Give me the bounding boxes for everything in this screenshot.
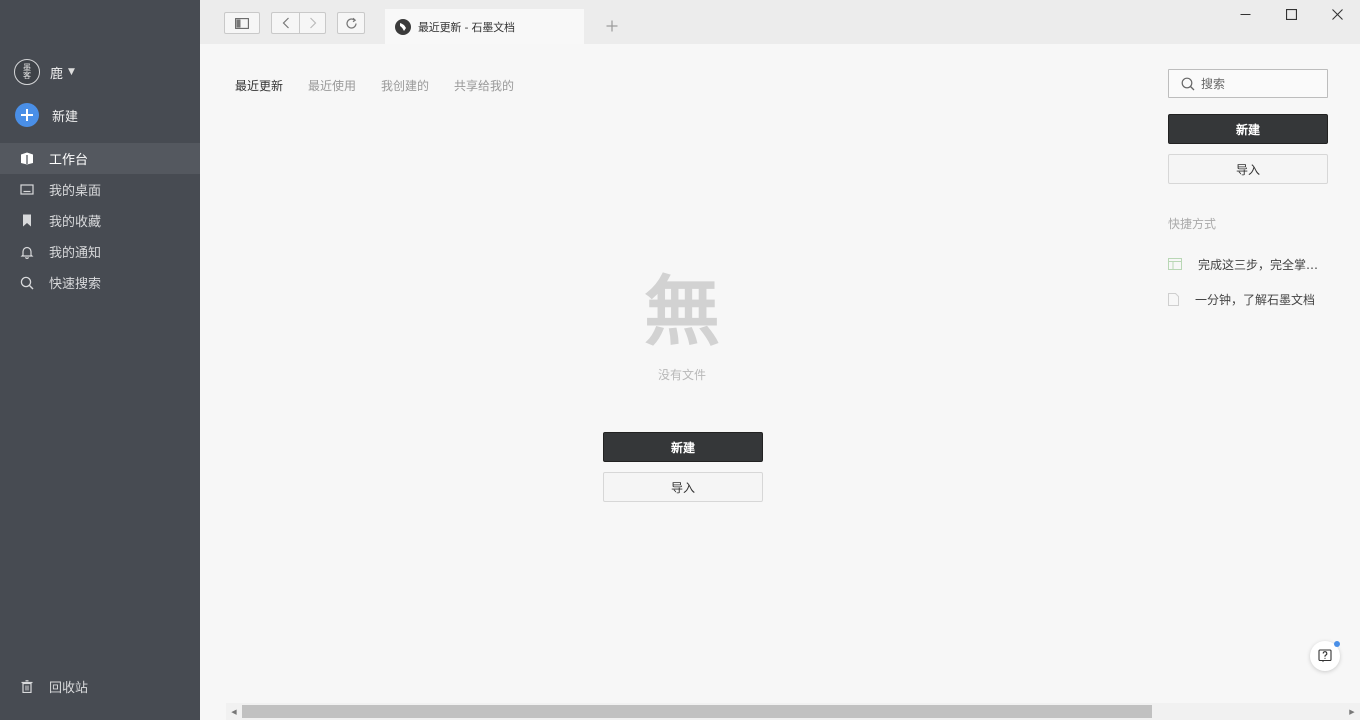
- tab-recently-used[interactable]: 最近使用: [308, 77, 356, 94]
- horizontal-scrollbar[interactable]: ◀ ▶: [226, 703, 1360, 720]
- sidebar-item-label: 我的桌面: [49, 184, 102, 199]
- reload-icon: [345, 17, 357, 29]
- empty-state-glyph: 無: [644, 267, 720, 356]
- tab-recent-updates-filter[interactable]: 最近更新: [235, 77, 283, 94]
- shortcut-label: 一分钟，了解石墨文档: [1195, 292, 1316, 307]
- caret-down-icon: ▼: [68, 67, 75, 77]
- sidebar-item-favorites[interactable]: 我的收藏: [0, 205, 200, 236]
- new-tab-button[interactable]: [602, 16, 622, 36]
- sidebar-item-notifications[interactable]: 我的通知: [0, 236, 200, 267]
- doc-icon: [1168, 292, 1179, 306]
- sidebar-nav: 工作台 我的桌面 我的收藏 我的通知 快速搜索: [0, 143, 200, 298]
- trash-icon: [19, 678, 35, 694]
- search-input[interactable]: [1201, 76, 1321, 91]
- import-button[interactable]: 导入: [1168, 154, 1328, 184]
- tab-created-by-me[interactable]: 我创建的: [381, 77, 429, 94]
- desktop-icon: [19, 182, 35, 198]
- shortcut-item-guide[interactable]: 完成这三步，完全掌握石墨文档: [1168, 254, 1328, 274]
- sidebar-toggle-icon: [235, 17, 249, 29]
- search-icon: [19, 275, 35, 291]
- search-box[interactable]: [1168, 69, 1328, 98]
- notification-dot: [1334, 641, 1340, 647]
- chevron-left-icon: [282, 17, 289, 29]
- maximize-button[interactable]: [1268, 0, 1314, 28]
- empty-new-button[interactable]: 新建: [603, 432, 763, 462]
- maximize-icon: [1285, 8, 1297, 20]
- scrollbar-thumb[interactable]: [242, 705, 1152, 718]
- sidebar-item-desktop[interactable]: 我的桌面: [0, 174, 200, 205]
- tab-recent-updates[interactable]: 最近更新 - 石墨文档: [385, 9, 584, 44]
- plus-icon: [15, 103, 39, 127]
- close-button[interactable]: [1314, 0, 1360, 28]
- empty-import-button[interactable]: 导入: [603, 472, 763, 502]
- sidebar-new-label: 新建: [52, 109, 79, 125]
- sidebar-item-quick-search[interactable]: 快速搜索: [0, 267, 200, 298]
- avatar: 墨 客: [14, 59, 40, 85]
- help-button[interactable]: [1310, 641, 1340, 671]
- back-button[interactable]: [271, 12, 299, 34]
- bell-icon: [19, 244, 35, 260]
- close-icon: [1331, 8, 1343, 20]
- sidebar-item-label: 我的收藏: [49, 215, 102, 230]
- chevron-right-icon: [309, 17, 316, 29]
- trash-label: 回收站: [49, 680, 89, 696]
- sidebar-item-workbench[interactable]: 工作台: [0, 143, 200, 174]
- help-icon: [1318, 649, 1332, 663]
- sidebar-item-trash[interactable]: 回收站: [19, 671, 88, 701]
- scroll-right-arrow-icon[interactable]: ▶: [1344, 703, 1360, 720]
- minimize-button[interactable]: [1222, 0, 1268, 28]
- sidebar: 墨 客 鹿 ▼ 新建 工作台 我的桌面 我的收藏 我的通知 快速搜索 回收站: [0, 0, 200, 720]
- scroll-left-arrow-icon[interactable]: ◀: [226, 703, 242, 720]
- forward-button[interactable]: [299, 12, 326, 34]
- filter-tabs: 最近更新 最近使用 我创建的 共享给我的: [235, 77, 539, 94]
- workbench-icon: [19, 151, 35, 167]
- tab-shared-with-me[interactable]: 共享给我的: [454, 77, 514, 94]
- user-name: 鹿: [50, 66, 64, 82]
- plus-icon: [606, 20, 618, 32]
- shimo-logo-icon: [395, 18, 411, 35]
- sidebar-item-label: 工作台: [49, 153, 89, 168]
- shortcut-item-intro[interactable]: 一分钟，了解石墨文档: [1168, 289, 1328, 309]
- shortcut-label: 完成这三步，完全掌握石墨文档: [1198, 257, 1322, 272]
- new-button[interactable]: 新建: [1168, 114, 1328, 144]
- tab-title: 最近更新 - 石墨文档: [418, 20, 515, 34]
- sidebar-new-button[interactable]: 新建: [15, 103, 78, 127]
- sheet-icon: [1168, 258, 1182, 270]
- search-icon: [1181, 77, 1195, 90]
- shortcuts-heading: 快捷方式: [1168, 217, 1217, 231]
- minimize-icon: [1240, 13, 1250, 15]
- empty-state-text: 没有文件: [657, 368, 706, 382]
- user-menu[interactable]: 墨 客 鹿 ▼: [14, 58, 75, 86]
- sidebar-item-label: 我的通知: [49, 246, 102, 261]
- sidebar-item-label: 快速搜索: [49, 277, 102, 292]
- toggle-sidebar-button[interactable]: [224, 12, 260, 34]
- reload-button[interactable]: [337, 12, 365, 34]
- title-bar: 最近更新 - 石墨文档: [200, 0, 1360, 44]
- bookmark-icon: [19, 213, 35, 229]
